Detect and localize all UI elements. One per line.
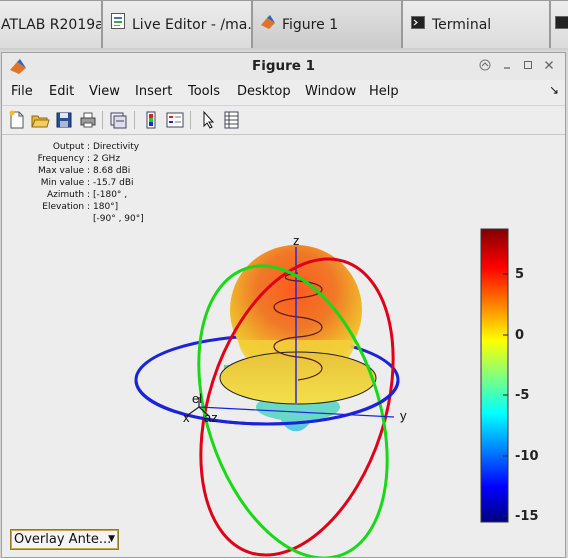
taskbar-item-label: ATLAB R2019a...: [1, 17, 102, 33]
colorbar-tick-label: -15: [515, 509, 539, 524]
dock-arrow-icon[interactable]: ↘: [549, 83, 559, 97]
menu-insert[interactable]: Insert: [135, 84, 172, 99]
colorbar-icon[interactable]: [141, 110, 161, 130]
maximize-button[interactable]: [520, 59, 536, 74]
menu-view[interactable]: View: [89, 84, 120, 99]
toolbar-separator: [102, 111, 103, 129]
colorbar-tick-label: 0: [515, 328, 525, 343]
toolbar-separator: [134, 111, 135, 129]
taskbar-item-label: Terminal: [432, 17, 492, 33]
menu-bar: File Edit View Insert Tools Desktop Wind…: [2, 81, 565, 103]
menu-help[interactable]: Help: [369, 84, 399, 99]
terminal-icon: [555, 1, 568, 48]
terminal-icon: [411, 1, 425, 48]
taskbar-item-overflow[interactable]: [550, 0, 568, 48]
el-label: el: [192, 391, 202, 406]
taskbar-item-matlab[interactable]: ATLAB R2019a...: [0, 0, 102, 48]
toolbar: [2, 105, 565, 135]
taskbar: ATLAB R2019a... Live Editor - /ma... Fig…: [0, 0, 568, 50]
taskbar-item-label: Live Editor - /ma...: [132, 17, 252, 33]
matlab-figure-icon: [261, 1, 275, 48]
toolbar-separator: [190, 111, 191, 129]
az-label: az: [204, 410, 218, 425]
menu-file[interactable]: File: [11, 84, 33, 99]
shade-button[interactable]: [477, 59, 493, 74]
link-plot-icon[interactable]: [108, 110, 128, 130]
colorbar[interactable]: [480, 228, 509, 523]
menu-edit[interactable]: Edit: [49, 84, 74, 99]
taskbar-item-terminal[interactable]: Terminal: [402, 0, 550, 48]
x-axis-label: x: [183, 410, 190, 425]
plot-area: Output : Frequency : Max value : Min val…: [2, 135, 565, 557]
legend-icon[interactable]: [165, 110, 185, 130]
z-axis-label: z: [293, 233, 300, 248]
chevron-down-icon: ▼: [108, 534, 115, 544]
dropdown-value: Overlay Ante...: [14, 532, 112, 547]
menu-tools[interactable]: Tools: [188, 84, 220, 99]
overlay-antenna-dropdown[interactable]: Overlay Ante... ▼: [10, 529, 119, 550]
colorbar-tick-label: 5: [515, 267, 525, 282]
new-figure-icon[interactable]: [7, 110, 27, 130]
menu-desktop[interactable]: Desktop: [237, 84, 291, 99]
close-button[interactable]: [541, 59, 557, 74]
title-bar[interactable]: Figure 1: [2, 53, 565, 80]
edit-plot-arrow-icon[interactable]: [198, 110, 218, 130]
menu-window[interactable]: Window: [305, 84, 356, 99]
live-editor-icon: [111, 1, 125, 48]
taskbar-item-figure[interactable]: Figure 1: [252, 0, 402, 48]
taskbar-item-live-editor[interactable]: Live Editor - /ma...: [102, 0, 252, 48]
print-icon[interactable]: [78, 110, 98, 130]
property-inspector-icon[interactable]: [221, 110, 241, 130]
open-file-icon[interactable]: [30, 110, 50, 130]
radiation-pattern-3d[interactable]: z x y az el: [2, 135, 565, 557]
minimize-button[interactable]: [499, 59, 515, 74]
colorbar-tick-label: -10: [515, 449, 539, 464]
figure-window: Figure 1 File Edit View Insert Tools Des…: [1, 52, 566, 558]
taskbar-item-label: Figure 1: [282, 17, 339, 33]
y-axis-label: y: [400, 408, 407, 423]
colorbar-tick-label: -5: [515, 388, 530, 403]
save-icon[interactable]: [54, 110, 74, 130]
ground-plane: [219, 351, 377, 405]
